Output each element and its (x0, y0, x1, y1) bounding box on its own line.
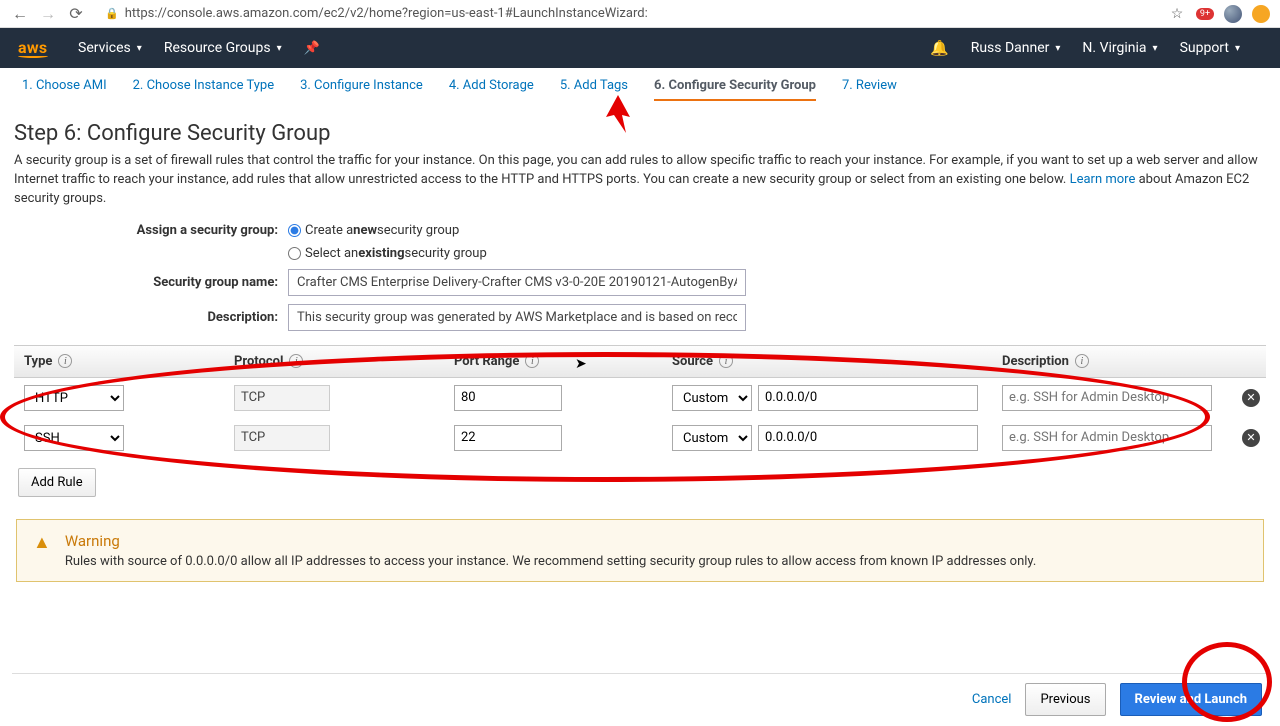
warning-box: ▲ Warning Rules with source of 0.0.0.0/0… (16, 519, 1264, 582)
rule-source-mode-select[interactable]: Custom (672, 385, 752, 411)
radio-create-new-input[interactable] (288, 224, 301, 237)
previous-button[interactable]: Previous (1025, 683, 1105, 716)
nav-resource-groups[interactable]: Resource Groups▾ (164, 40, 282, 56)
rule-protocol (234, 385, 330, 411)
sg-name-label: Security group name: (14, 275, 288, 290)
aws-top-nav: aws Services▾ Resource Groups▾ 📌 🔔 Russ … (0, 28, 1280, 68)
forward-button[interactable]: → (38, 4, 58, 24)
info-icon[interactable]: i (289, 354, 303, 368)
remove-rule-icon[interactable]: ✕ (1242, 429, 1260, 447)
extension-badge[interactable]: 9+ (1196, 5, 1214, 23)
step-add-storage[interactable]: 4. Add Storage (449, 78, 534, 101)
rule-source-cidr-input[interactable] (758, 385, 978, 411)
review-and-launch-button[interactable]: Review and Launch (1120, 683, 1263, 716)
rule-description-input[interactable] (1002, 425, 1212, 451)
nav-region[interactable]: N. Virginia▾ (1082, 40, 1157, 56)
reload-button[interactable]: ⟳ (66, 4, 86, 23)
step-configure-instance[interactable]: 3. Configure Instance (300, 78, 423, 101)
warning-text: Rules with source of 0.0.0.0/0 allow all… (65, 554, 1037, 569)
rule-type-select[interactable]: SSH (24, 425, 124, 451)
rule-port-input[interactable] (454, 425, 562, 451)
radio-create-new-sg[interactable]: Create a new security group (288, 223, 459, 238)
rule-type-select[interactable]: HTTP (24, 385, 124, 411)
step-configure-security-group[interactable]: 6. Configure Security Group (654, 78, 816, 101)
extension-icon[interactable] (1252, 5, 1270, 23)
rule-description-input[interactable] (1002, 385, 1212, 411)
col-description: Descriptioni (992, 346, 1232, 377)
remove-rule-icon[interactable]: ✕ (1242, 389, 1260, 407)
col-protocol: Protocoli (224, 346, 444, 377)
cancel-link[interactable]: Cancel (972, 692, 1012, 707)
nav-services[interactable]: Services▾ (78, 40, 142, 56)
sg-desc-input[interactable] (288, 304, 746, 331)
browser-toolbar: ← → ⟳ 🔒 https://console.aws.amazon.com/e… (0, 0, 1280, 28)
learn-more-link[interactable]: Learn more (1070, 172, 1136, 187)
radio-select-existing-sg[interactable]: Select an existing security group (288, 246, 487, 261)
sg-name-input[interactable] (288, 269, 746, 296)
assign-sg-label: Assign a security group: (14, 223, 288, 238)
url-text: https://console.aws.amazon.com/ec2/v2/ho… (125, 6, 648, 21)
table-row: HTTP Custom ✕ (14, 378, 1266, 418)
page-title: Step 6: Configure Security Group (14, 121, 1266, 146)
footer-divider (12, 673, 1268, 674)
footer-actions: Cancel Previous Review and Launch (972, 683, 1262, 716)
rule-source-mode-select[interactable]: Custom (672, 425, 752, 451)
aws-logo[interactable]: aws (18, 38, 48, 58)
main-content: Step 6: Configure Security Group A secur… (0, 105, 1280, 582)
info-icon[interactable]: i (58, 354, 72, 368)
wizard-steps: 1. Choose AMI 2. Choose Instance Type 3.… (0, 68, 1280, 105)
step-choose-ami[interactable]: 1. Choose AMI (22, 78, 107, 101)
sg-desc-label: Description: (14, 310, 288, 325)
add-rule-button[interactable]: Add Rule (18, 468, 96, 497)
nav-pin-icon[interactable]: 📌 (304, 41, 320, 56)
nav-user[interactable]: Russ Danner▾ (971, 40, 1061, 56)
warning-triangle-icon: ▲ (33, 532, 51, 569)
back-button[interactable]: ← (10, 4, 30, 24)
info-icon[interactable]: i (719, 354, 733, 368)
table-row: SSH Custom ✕ (14, 418, 1266, 458)
step-add-tags[interactable]: 5. Add Tags (560, 78, 628, 101)
info-icon[interactable]: i (1075, 354, 1089, 368)
step-review[interactable]: 7. Review (842, 78, 897, 101)
rule-source-cidr-input[interactable] (758, 425, 978, 451)
address-bar[interactable]: 🔒 https://console.aws.amazon.com/ec2/v2/… (94, 5, 1160, 22)
lock-icon: 🔒 (105, 7, 119, 20)
page-description: A security group is a set of firewall ru… (14, 152, 1266, 209)
warning-title: Warning (65, 532, 1037, 550)
nav-support[interactable]: Support▾ (1180, 40, 1240, 56)
step-choose-instance-type[interactable]: 2. Choose Instance Type (133, 78, 274, 101)
col-type: Typei (14, 346, 224, 377)
security-rules-table: Typei Protocoli Port Rangei Sourcei Desc… (14, 345, 1266, 497)
notifications-bell-icon[interactable]: 🔔 (930, 39, 949, 57)
bookmark-star-icon[interactable]: ☆ (1168, 5, 1186, 23)
radio-select-existing-input[interactable] (288, 247, 301, 260)
rule-port-input[interactable] (454, 385, 562, 411)
profile-avatar-icon[interactable] (1224, 5, 1242, 23)
info-icon[interactable]: i (525, 354, 539, 368)
col-source: Sourcei (662, 346, 992, 377)
rule-protocol (234, 425, 330, 451)
col-port-range: Port Rangei (444, 346, 662, 377)
